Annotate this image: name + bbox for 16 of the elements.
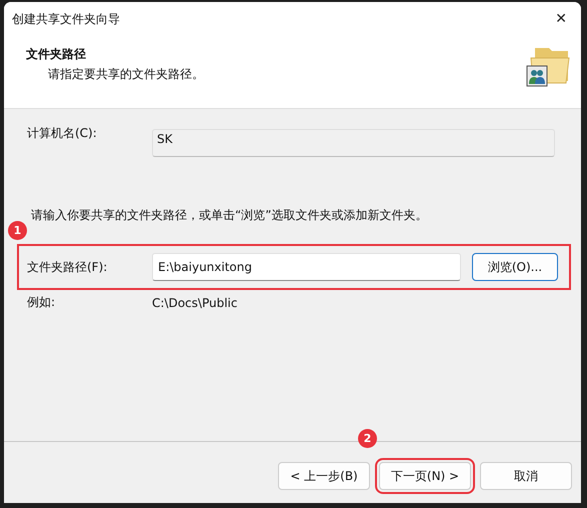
instruction-text: 请输入你要共享的文件夹路径，或单击“浏览”选取文件夹或添加新文件夹。: [30, 207, 428, 224]
folder-path-field[interactable]: E:\baiyunxitong: [152, 253, 461, 281]
close-button[interactable]: ✕: [549, 9, 573, 29]
step-badge: 2: [358, 429, 377, 448]
example-label: 例如:: [27, 294, 56, 311]
field-label: 文件夹路径(F):: [27, 258, 108, 276]
back-button[interactable]: < 上一步(B): [278, 462, 370, 490]
window-title: 创建共享文件夹向导: [12, 10, 120, 28]
page-subtitle: 请指定要共享的文件夹路径。: [48, 66, 204, 83]
example-path: C:\Docs\Public: [152, 296, 238, 310]
page-title: 文件夹路径: [26, 46, 87, 63]
cancel-button[interactable]: 取消: [480, 462, 572, 490]
step-badge: 1: [8, 221, 27, 240]
computer-name-field: SK: [152, 129, 555, 157]
field-label: 计算机名(C):: [27, 124, 98, 142]
browse-button[interactable]: 浏览(O)...: [472, 253, 558, 281]
